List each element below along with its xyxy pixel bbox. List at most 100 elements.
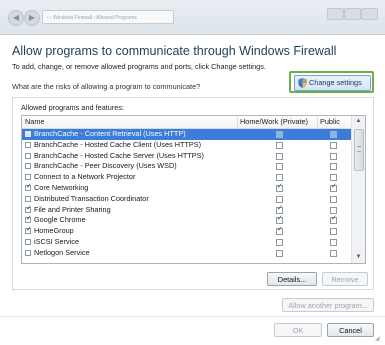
page-instructions: To add, change, or remove allowed progra…	[12, 62, 266, 71]
checkmark-icon: ✓	[26, 204, 32, 212]
allowed-programs-group: Allowed programs and features: Name Home…	[12, 97, 374, 290]
risks-link[interactable]: What are the risks of allowing a program…	[12, 82, 200, 91]
program-enabled-checkbox[interactable]	[25, 174, 31, 181]
public-checkbox[interactable]	[330, 238, 337, 246]
forward-arrow-icon: ▶	[28, 13, 36, 22]
ok-button[interactable]: OK	[274, 323, 322, 337]
public-checkbox[interactable]: ✓	[330, 215, 337, 225]
table-row[interactable]: BranchCache - Peer Discovery (Uses WSD)	[22, 161, 353, 172]
details-button[interactable]: Details...	[267, 272, 317, 286]
group-legend: Allowed programs and features:	[21, 103, 125, 112]
checkmark-icon: ✓	[277, 215, 283, 223]
table-row[interactable]: BranchCache - Content Retrieval (Uses HT…	[22, 129, 353, 140]
title-bar: ◀ ▶ ‹ ‹ Windows Firewall › Allowed Progr…	[0, 0, 385, 35]
grip-icon	[357, 146, 361, 152]
home-private-checkbox[interactable]	[276, 238, 283, 246]
table-row[interactable]: Distributed Transaction Coordinator	[22, 194, 353, 205]
public-checkbox[interactable]	[330, 228, 337, 236]
column-header-home[interactable]: Home/Work (Private)	[240, 116, 308, 128]
program-name: Core Networking	[34, 182, 89, 192]
remove-button[interactable]: Remove	[322, 272, 368, 286]
program-enabled-checkbox[interactable]	[25, 238, 31, 245]
checkmark-icon: ✓	[331, 182, 337, 190]
table-row[interactable]: BranchCache - Hosted Cache Server (Uses …	[22, 151, 353, 162]
table-row[interactable]: ✓ HomeGroup ✓	[22, 226, 353, 237]
program-enabled-checkbox[interactable]	[25, 131, 31, 137]
home-private-checkbox[interactable]: ✓	[276, 226, 283, 236]
program-name: Distributed Transaction Coordinator	[34, 193, 149, 203]
home-private-checkbox[interactable]: ✓	[276, 204, 283, 214]
public-checkbox[interactable]	[330, 141, 337, 149]
home-private-checkbox[interactable]	[276, 131, 283, 138]
list-header: Name Home/Work (Private) Public	[22, 116, 353, 129]
change-settings-highlight: Change settings	[289, 71, 374, 93]
home-private-checkbox[interactable]	[276, 174, 283, 182]
minimize-button[interactable]	[327, 8, 344, 20]
scroll-up-icon[interactable]: ▲	[352, 116, 365, 127]
firewall-window: ◀ ▶ ‹ ‹ Windows Firewall › Allowed Progr…	[0, 0, 385, 345]
home-private-checkbox[interactable]	[276, 195, 283, 203]
forward-button[interactable]: ▶	[24, 10, 40, 26]
column-divider	[237, 117, 238, 127]
home-private-checkbox[interactable]	[276, 163, 283, 171]
public-checkbox[interactable]	[330, 206, 337, 214]
column-header-public[interactable]: Public	[320, 116, 340, 128]
program-enabled-checkbox[interactable]	[25, 163, 31, 170]
public-checkbox[interactable]	[330, 131, 337, 138]
home-private-checkbox[interactable]: ✓	[276, 183, 283, 192]
checkmark-icon: ✓	[277, 226, 283, 234]
column-header-name[interactable]: Name	[25, 116, 44, 128]
scroll-thumb[interactable]	[354, 129, 364, 171]
program-enabled-checkbox[interactable]	[25, 152, 31, 159]
program-name: Netlogon Service	[34, 247, 90, 257]
table-row[interactable]: ✓ Core Networking ✓ ✓	[22, 183, 353, 194]
program-name: HomeGroup	[34, 226, 74, 236]
program-name: BranchCache - Peer Discovery (Uses WSD)	[34, 161, 177, 171]
programs-list[interactable]: Name Home/Work (Private) Public BranchCa…	[21, 115, 366, 264]
scroll-down-icon[interactable]: ▼	[352, 252, 365, 263]
allow-another-program-button[interactable]: Allow another program...	[282, 298, 374, 312]
public-checkbox[interactable]	[330, 174, 337, 182]
checkmark-icon: ✓	[277, 204, 283, 212]
table-row[interactable]: iSCSI Service	[22, 237, 353, 248]
table-row[interactable]: BranchCache - Hosted Cache Client (Uses …	[22, 140, 353, 151]
cancel-button[interactable]: Cancel	[327, 323, 374, 337]
home-private-checkbox[interactable]: ✓	[276, 215, 283, 225]
public-checkbox[interactable]	[330, 249, 337, 257]
public-checkbox[interactable]	[330, 152, 337, 160]
program-enabled-checkbox[interactable]: ✓	[25, 215, 32, 224]
page-title: Allow programs to communicate through Wi…	[12, 44, 337, 58]
home-private-checkbox[interactable]	[276, 141, 283, 149]
table-row[interactable]: Netlogon Service	[22, 248, 353, 259]
change-settings-label: Change settings	[309, 78, 362, 87]
public-checkbox[interactable]	[330, 163, 337, 171]
program-enabled-checkbox[interactable]	[25, 195, 31, 202]
program-name: BranchCache - Hosted Cache Client (Uses …	[34, 139, 202, 149]
resize-grip-icon[interactable]: ◢	[375, 335, 383, 343]
column-divider	[317, 117, 318, 127]
public-checkbox[interactable]: ✓	[330, 182, 337, 192]
program-enabled-checkbox[interactable]	[25, 141, 31, 148]
table-row[interactable]: ✓ File and Printer Sharing ✓	[22, 205, 353, 216]
back-button[interactable]: ◀	[8, 10, 24, 26]
list-scrollbar[interactable]: ▲ ▼	[351, 116, 365, 263]
footer-divider	[0, 316, 385, 317]
program-enabled-checkbox[interactable]: ✓	[25, 204, 32, 213]
public-checkbox[interactable]	[330, 195, 337, 203]
home-private-checkbox[interactable]	[276, 152, 283, 160]
program-name: Google Chrome	[34, 215, 86, 225]
checkmark-icon: ✓	[26, 226, 32, 234]
program-name: File and Printer Sharing	[34, 204, 111, 214]
table-row[interactable]: Connect to a Network Projector	[22, 172, 353, 183]
maximize-button[interactable]	[344, 8, 361, 20]
program-enabled-checkbox[interactable]: ✓	[25, 226, 32, 235]
program-enabled-checkbox[interactable]	[25, 249, 31, 256]
checkmark-icon: ✓	[26, 182, 32, 190]
home-private-checkbox[interactable]	[276, 249, 283, 257]
close-window-button[interactable]	[361, 8, 378, 20]
address-bar[interactable]: ‹ ‹ Windows Firewall › Allowed Programs	[42, 10, 174, 24]
change-settings-button[interactable]: Change settings	[294, 75, 371, 91]
program-enabled-checkbox[interactable]: ✓	[25, 182, 32, 191]
program-name: BranchCache - Content Retrieval (Uses HT…	[34, 129, 186, 138]
table-row[interactable]: ✓ Google Chrome ✓ ✓	[22, 215, 353, 226]
